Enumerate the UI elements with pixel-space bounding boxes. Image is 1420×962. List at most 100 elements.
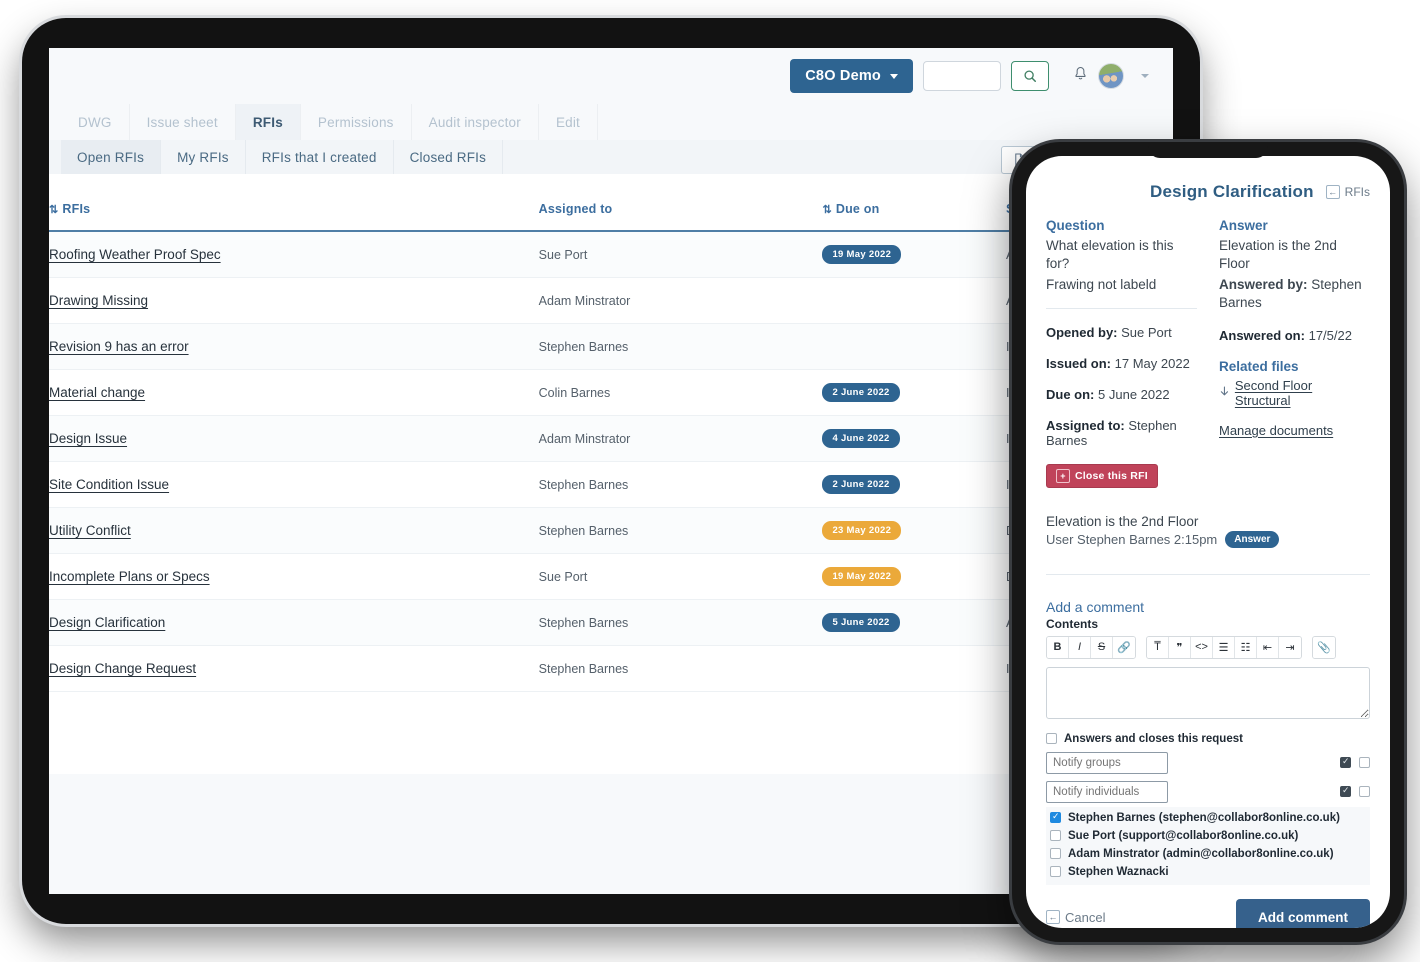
blockquote-icon[interactable]: ❞ [1169, 636, 1191, 658]
answers-closes-checkbox[interactable] [1046, 733, 1057, 745]
rfi-name-link[interactable]: Drawing Missing [49, 293, 148, 308]
table-row[interactable]: Roofing Weather Proof Spec Sue Port 19 May… [49, 231, 1173, 278]
column-header-rfis[interactable]: ⇅ RFIs [49, 180, 539, 231]
table-row[interactable]: Incomplete Plans or Specs Sue Port 19 May … [49, 554, 1173, 600]
notify-individuals-check-none[interactable] [1359, 786, 1370, 798]
module-tab-rfis[interactable]: RFIs [235, 104, 301, 140]
add-comment-button[interactable]: Add comment [1235, 898, 1370, 928]
rfi-name-link[interactable]: Revision 9 has an error [49, 339, 189, 354]
search-button[interactable] [1011, 61, 1049, 91]
rfi-assigned-to: Adam Minstrator [538, 431, 631, 446]
search-input[interactable] [923, 61, 1001, 91]
sub-tab-rfis-that-i-created[interactable]: RFIs that I created [246, 140, 394, 174]
editor-group-block: T̅ ❞ <> ☰ ☷ ⇤ ⇥ [1146, 635, 1302, 659]
rfi-name-link[interactable]: Material change [49, 385, 145, 400]
rfi-name-link[interactable]: Design Change Request [49, 661, 196, 676]
rfi-name-link[interactable]: Roofing Weather Proof Spec [49, 247, 221, 262]
notify-person-checkbox[interactable] [1050, 830, 1061, 842]
rfi-name-link[interactable]: Incomplete Plans or Specs [49, 569, 210, 584]
text-size-icon[interactable]: T̅ [1147, 636, 1169, 658]
module-tab-issue-sheet[interactable]: Issue sheet [130, 104, 236, 140]
related-file-link[interactable]: Second Floor Structural [1235, 378, 1370, 408]
code-icon[interactable]: <> [1191, 636, 1213, 658]
rfi-assigned-to: Sue Port [538, 569, 588, 584]
due-date-badge: 4 June 2022 [822, 429, 900, 448]
related-file-row[interactable]: Second Floor Structural [1219, 378, 1370, 408]
cancel-button[interactable]: ← Cancel [1046, 910, 1105, 925]
due-date-badge: 2 June 2022 [822, 383, 900, 402]
manage-documents-link[interactable]: Manage documents [1219, 423, 1333, 438]
answer-column: Answer Elevation is the 2nd Floor Answer… [1219, 218, 1370, 488]
table-row[interactable]: Utility Conflict Stephen Barnes 23 May 202… [49, 507, 1173, 554]
rfi-name-link[interactable]: Utility Conflict [49, 523, 131, 538]
rfi-assigned-to: Stephen Barnes [538, 661, 629, 676]
close-rfi-button[interactable]: + Close this RFI [1046, 463, 1158, 488]
opened-by-row: Opened by: Sue Port [1046, 325, 1197, 340]
module-tab-edit[interactable]: Edit [539, 104, 598, 140]
module-tab-audit-inspector[interactable]: Audit inspector [412, 104, 539, 140]
avatar[interactable] [1098, 63, 1124, 89]
rfi-table: ⇅RFIs Assigned to ⇅Due on Status Roofing… [49, 180, 1173, 692]
issued-on-label: Issued on: [1046, 355, 1112, 371]
rfi-name-link[interactable]: Design Issue [49, 431, 127, 446]
notify-person-checkbox[interactable] [1050, 848, 1061, 860]
strikethrough-icon[interactable]: S [1091, 636, 1113, 658]
bulleted-list-icon[interactable]: ☰ [1213, 636, 1235, 658]
account-menu-chevron-icon[interactable] [1141, 74, 1149, 78]
rfi-due-cell: 19 May 2022 [822, 554, 1006, 600]
table-row[interactable]: Site Condition Issue Stephen Barnes 2 June… [49, 462, 1173, 508]
notify-groups-check-none[interactable] [1359, 757, 1370, 769]
notify-groups-check-all[interactable] [1340, 756, 1351, 769]
column-header-assigned-to[interactable]: Assigned to [539, 180, 823, 231]
rfi-name-link[interactable]: Design Clarification [49, 615, 165, 630]
module-tab-dwg[interactable]: DWG [61, 104, 130, 140]
notify-person-row[interactable]: Stephen Barnes (stephen@collabor8online.… [1046, 809, 1370, 827]
outdent-icon[interactable]: ⇤ [1257, 636, 1279, 658]
numbered-list-icon[interactable]: ☷ [1235, 636, 1257, 658]
notify-person-checkbox[interactable] [1050, 866, 1061, 878]
indent-icon[interactable]: ⇥ [1279, 636, 1301, 658]
module-tab-permissions[interactable]: Permissions [301, 104, 412, 140]
arrow-left-box-icon: ← [1325, 185, 1340, 199]
answer-heading: Answer [1219, 218, 1268, 233]
rfi-due-cell: 5 June 2022 [822, 600, 1006, 646]
sub-tab-my-rfis[interactable]: My RFIs [161, 140, 246, 174]
notify-person-row[interactable]: Sue Port (support@collabor8online.co.uk) [1046, 827, 1370, 845]
rfi-detail-header: Design Clarification ← RFIs [1046, 182, 1370, 202]
table-row[interactable]: Material changeColin Barnes2 June 2022In… [49, 370, 1173, 416]
bold-icon[interactable]: B [1047, 636, 1069, 658]
comment-editor-textarea[interactable] [1046, 666, 1370, 719]
plus-box-icon: + [1056, 468, 1070, 483]
column-header-due-on[interactable]: ⇅ Due on [822, 180, 1006, 231]
table-row[interactable]: Design Clarification Stephen Barnes 5 June… [49, 599, 1173, 646]
project-selector-button[interactable]: C8O Demo [790, 59, 913, 93]
table-row[interactable]: Revision 9 has an errorStephen BarnesIn … [49, 323, 1173, 370]
notify-person-row[interactable]: Adam Minstrator (admin@collabor8online.c… [1046, 845, 1370, 863]
attachment-icon[interactable]: 📎 [1313, 636, 1335, 658]
sub-tab-open-rfis[interactable]: Open RFIs [61, 140, 162, 174]
link-icon[interactable]: 🔗 [1113, 636, 1135, 658]
rfi-assigned-to: Stephen Barnes [538, 477, 629, 492]
answers-closes-row[interactable]: Answers and closes this request [1046, 733, 1370, 745]
table-row[interactable]: Design Change RequestStephen BarnesIn pr… [49, 646, 1173, 692]
italic-icon[interactable]: I [1069, 636, 1091, 658]
rfi-due-cell [822, 278, 1006, 324]
table-row[interactable]: Drawing MissingAdam MinstratorAnswered [49, 278, 1173, 324]
arrow-left-box-icon: ← [1046, 910, 1060, 925]
rfi-table-body: Roofing Weather Proof Spec Sue Port 19 May… [49, 231, 1173, 692]
rfi-list-card: ⇅RFIs Assigned to ⇅Due on Status Roofing… [49, 146, 1173, 774]
rfi-name-link[interactable]: Site Condition Issue [49, 477, 169, 492]
notify-people-list: Stephen Barnes (stephen@collabor8online.… [1046, 806, 1370, 885]
back-to-rfis-button[interactable]: ← RFIs [1325, 185, 1370, 199]
table-row[interactable]: Design IssueAdam Minstrator4 June 2022In… [49, 415, 1173, 462]
module-tab-bar: DWG Issue sheet RFIs Permissions Audit inspe… [49, 104, 1173, 140]
notify-person-checkbox[interactable] [1050, 811, 1061, 824]
notify-individuals-check-all[interactable] [1340, 785, 1351, 798]
table-header-row: ⇅RFIs Assigned to ⇅Due on Status [49, 180, 1173, 231]
notify-groups-input[interactable] [1046, 751, 1168, 774]
notify-individuals-row [1046, 780, 1370, 803]
notifications-button[interactable] [1073, 66, 1088, 87]
notify-person-row[interactable]: Stephen Waznacki [1046, 863, 1370, 881]
sub-tab-closed-rfis[interactable]: Closed RFIs [394, 140, 504, 174]
notify-individuals-input[interactable] [1046, 780, 1168, 803]
